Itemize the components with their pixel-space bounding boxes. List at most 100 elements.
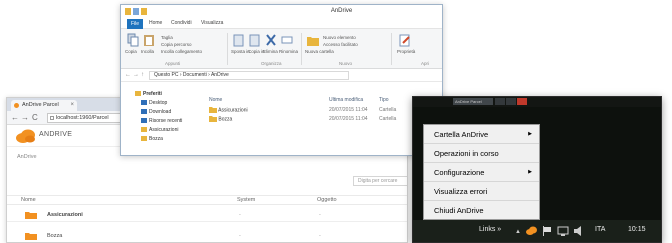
file-type: Cartella xyxy=(379,116,397,122)
copy-path-button[interactable]: Copia percorso xyxy=(161,42,192,47)
column-name[interactable]: Nome xyxy=(21,197,36,203)
folder-icon xyxy=(25,212,37,219)
menu-item-configurazione[interactable]: Configurazione ▶ xyxy=(424,163,539,182)
recent-icon xyxy=(141,118,147,123)
minimize-button[interactable] xyxy=(495,98,505,105)
show-hidden-icons-icon[interactable]: ▲ xyxy=(515,229,521,235)
maximize-button[interactable] xyxy=(506,98,516,105)
menu-item-chiudi-andrive[interactable]: Chiudi AnDrive xyxy=(424,201,539,220)
folder-icon xyxy=(141,127,147,132)
close-tab-icon[interactable]: × xyxy=(70,100,74,111)
explorer-titlebar: AnDrive xyxy=(121,5,442,19)
cut-button[interactable]: Taglia xyxy=(161,35,173,40)
tab-view[interactable]: Visualizza xyxy=(201,20,223,26)
tab-share[interactable]: Condividi xyxy=(171,20,192,26)
ribbon-separator xyxy=(391,33,392,65)
forward-icon[interactable]: → xyxy=(21,113,29,123)
tab-file[interactable]: File xyxy=(127,19,143,29)
nav-item-download[interactable]: Download xyxy=(141,109,171,115)
copy-to-icon[interactable] xyxy=(249,33,261,47)
file-row[interactable]: Assicurazioni xyxy=(209,107,248,113)
back-icon[interactable]: ← xyxy=(125,71,131,79)
nav-item-assicurazioni[interactable]: Assicurazioni xyxy=(141,127,178,133)
background-window-titlebar: AnDrive Parcel xyxy=(413,97,661,107)
address-text: localhost:1960/Parcel xyxy=(56,115,109,121)
column-type[interactable]: Tipo xyxy=(379,97,389,103)
nav-item-desktop[interactable]: Desktop xyxy=(141,100,167,106)
properties-button[interactable]: Proprietà xyxy=(397,49,415,54)
navigation-pane: Preferiti Desktop Download Risorse recen… xyxy=(121,83,199,155)
andrive-logo-icon xyxy=(16,129,35,143)
andrive-tray-icon[interactable] xyxy=(525,225,537,237)
properties-icon[interactable] xyxy=(399,33,411,47)
close-button[interactable] xyxy=(517,98,527,105)
file-type: Cartella xyxy=(379,107,397,113)
explorer-address-input[interactable]: Questo PC › Documenti › AnDrive xyxy=(149,71,349,80)
forward-icon[interactable]: → xyxy=(133,71,139,79)
delete-button[interactable]: Elimina xyxy=(263,49,278,54)
new-item-button[interactable]: Nuovo elemento xyxy=(323,35,356,40)
column-object[interactable]: Oggetto xyxy=(317,197,337,203)
menu-item-visualizza-errori[interactable]: Visualizza errori xyxy=(424,182,539,201)
table-row[interactable]: Assicurazioni - - xyxy=(7,208,407,222)
row-object: - xyxy=(319,233,321,239)
move-to-icon[interactable] xyxy=(233,33,245,47)
new-folder-button[interactable]: Nuova cartella xyxy=(305,49,334,54)
back-icon[interactable]: ← xyxy=(11,113,19,123)
easy-access-button[interactable]: Accesso facilitato xyxy=(323,42,358,47)
file-date: 20/07/2015 11:04 xyxy=(329,107,368,113)
delete-icon[interactable] xyxy=(265,33,277,47)
address-bar-row: ← → ↑ Questo PC › Documenti › AnDrive xyxy=(121,69,442,82)
window-title: AnDrive xyxy=(330,8,353,14)
column-system[interactable]: System xyxy=(237,197,255,203)
download-icon xyxy=(141,109,147,114)
network-icon[interactable] xyxy=(557,225,569,237)
breadcrumb[interactable]: AnDrive xyxy=(17,154,37,160)
row-object: - xyxy=(319,212,321,218)
table-row[interactable]: Bozza - - xyxy=(7,229,407,242)
window-controls xyxy=(495,98,527,105)
language-indicator[interactable]: ITA xyxy=(595,226,605,233)
file-row[interactable]: Bozza xyxy=(209,116,232,122)
paste-shortcut-button[interactable]: Incolla collegamento xyxy=(161,49,202,54)
menu-item-operazioni-in-corso[interactable]: Operazioni in corso xyxy=(424,144,539,163)
links-toolbar[interactable]: Links » xyxy=(479,226,501,233)
copy-icon[interactable] xyxy=(127,33,139,47)
nav-item-bozza[interactable]: Bozza xyxy=(141,136,163,142)
paste-icon[interactable] xyxy=(143,33,155,47)
submenu-arrow-icon: ▶ xyxy=(528,131,532,137)
up-icon[interactable]: ↑ xyxy=(141,71,144,79)
refresh-icon[interactable]: C xyxy=(32,113,38,123)
rename-icon[interactable] xyxy=(281,33,293,47)
ribbon: Copia Incolla Taglia Copia percorso Inco… xyxy=(121,29,442,69)
column-date[interactable]: Ultima modifica xyxy=(329,97,363,103)
nav-item-recent[interactable]: Risorse recenti xyxy=(141,118,182,124)
copy-button[interactable]: Copia xyxy=(125,49,137,54)
row-system: - xyxy=(239,212,241,218)
move-to-button[interactable]: Sposta in xyxy=(231,49,250,54)
search-input[interactable]: Digita per cercare xyxy=(353,176,407,186)
page-icon xyxy=(50,116,54,120)
folder-icon xyxy=(209,116,217,122)
andrive-favicon-icon xyxy=(14,103,19,108)
flag-icon[interactable] xyxy=(541,225,553,237)
new-folder-icon[interactable] xyxy=(307,33,319,47)
ribbon-tabs: File Home Condividi Visualizza xyxy=(121,19,442,29)
file-name: Bozza xyxy=(218,116,233,123)
browser-tab-title: AnDrive Parcel xyxy=(22,102,59,108)
clock[interactable]: 10:15 xyxy=(628,226,646,233)
nav-item-favorites[interactable]: Preferiti xyxy=(135,91,162,97)
volume-icon[interactable] xyxy=(573,225,585,237)
tab-home[interactable]: Home xyxy=(149,20,162,26)
menu-item-cartella-andrive[interactable]: Cartella AnDrive ▶ xyxy=(424,125,539,144)
paste-button[interactable]: Incolla xyxy=(141,49,154,54)
ribbon-separator xyxy=(227,33,228,65)
column-name[interactable]: Nome xyxy=(209,97,222,103)
group-organize: Organizza xyxy=(261,61,282,66)
chevron-icon: » xyxy=(497,226,502,233)
taskbar: Links » ▲ ITA 10:15 xyxy=(413,220,661,242)
rename-button[interactable]: Rinomina xyxy=(279,49,298,54)
submenu-arrow-icon: ▶ xyxy=(528,169,532,175)
browser-tab[interactable]: AnDrive Parcel × xyxy=(11,100,77,111)
background-window-title: AnDrive Parcel xyxy=(453,98,493,105)
